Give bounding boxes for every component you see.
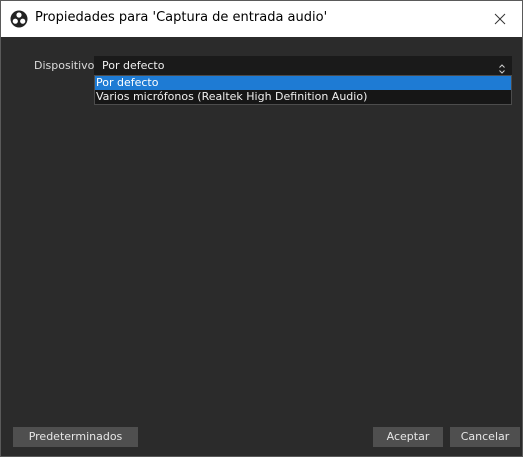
title-bar[interactable]: Propiedades para 'Captura de entrada aud…	[1, 1, 522, 37]
dropdown-option-por-defecto[interactable]: Por defecto	[95, 76, 511, 90]
updown-arrows-icon	[498, 60, 506, 74]
close-icon	[494, 10, 506, 29]
device-select-value: Por defecto	[102, 59, 165, 72]
ok-button[interactable]: Aceptar	[373, 427, 443, 447]
dropdown-option-varios-microfonos[interactable]: Varios micrófonos (Realtek High Definiti…	[95, 90, 511, 104]
window-title: Propiedades para 'Captura de entrada aud…	[35, 10, 328, 25]
close-button[interactable]	[478, 1, 522, 37]
device-select[interactable]: Por defecto	[94, 56, 512, 75]
defaults-button[interactable]: Predeterminados	[13, 427, 138, 447]
device-dropdown-list: Por defecto Varios micrófonos (Realtek H…	[94, 75, 512, 105]
device-label: Dispositivo	[34, 59, 95, 72]
dialog-body: Dispositivo Por defecto Por defecto Vari…	[1, 37, 522, 456]
properties-dialog: Propiedades para 'Captura de entrada aud…	[0, 0, 523, 457]
obs-logo-icon	[10, 10, 28, 28]
cancel-button[interactable]: Cancelar	[450, 427, 520, 447]
